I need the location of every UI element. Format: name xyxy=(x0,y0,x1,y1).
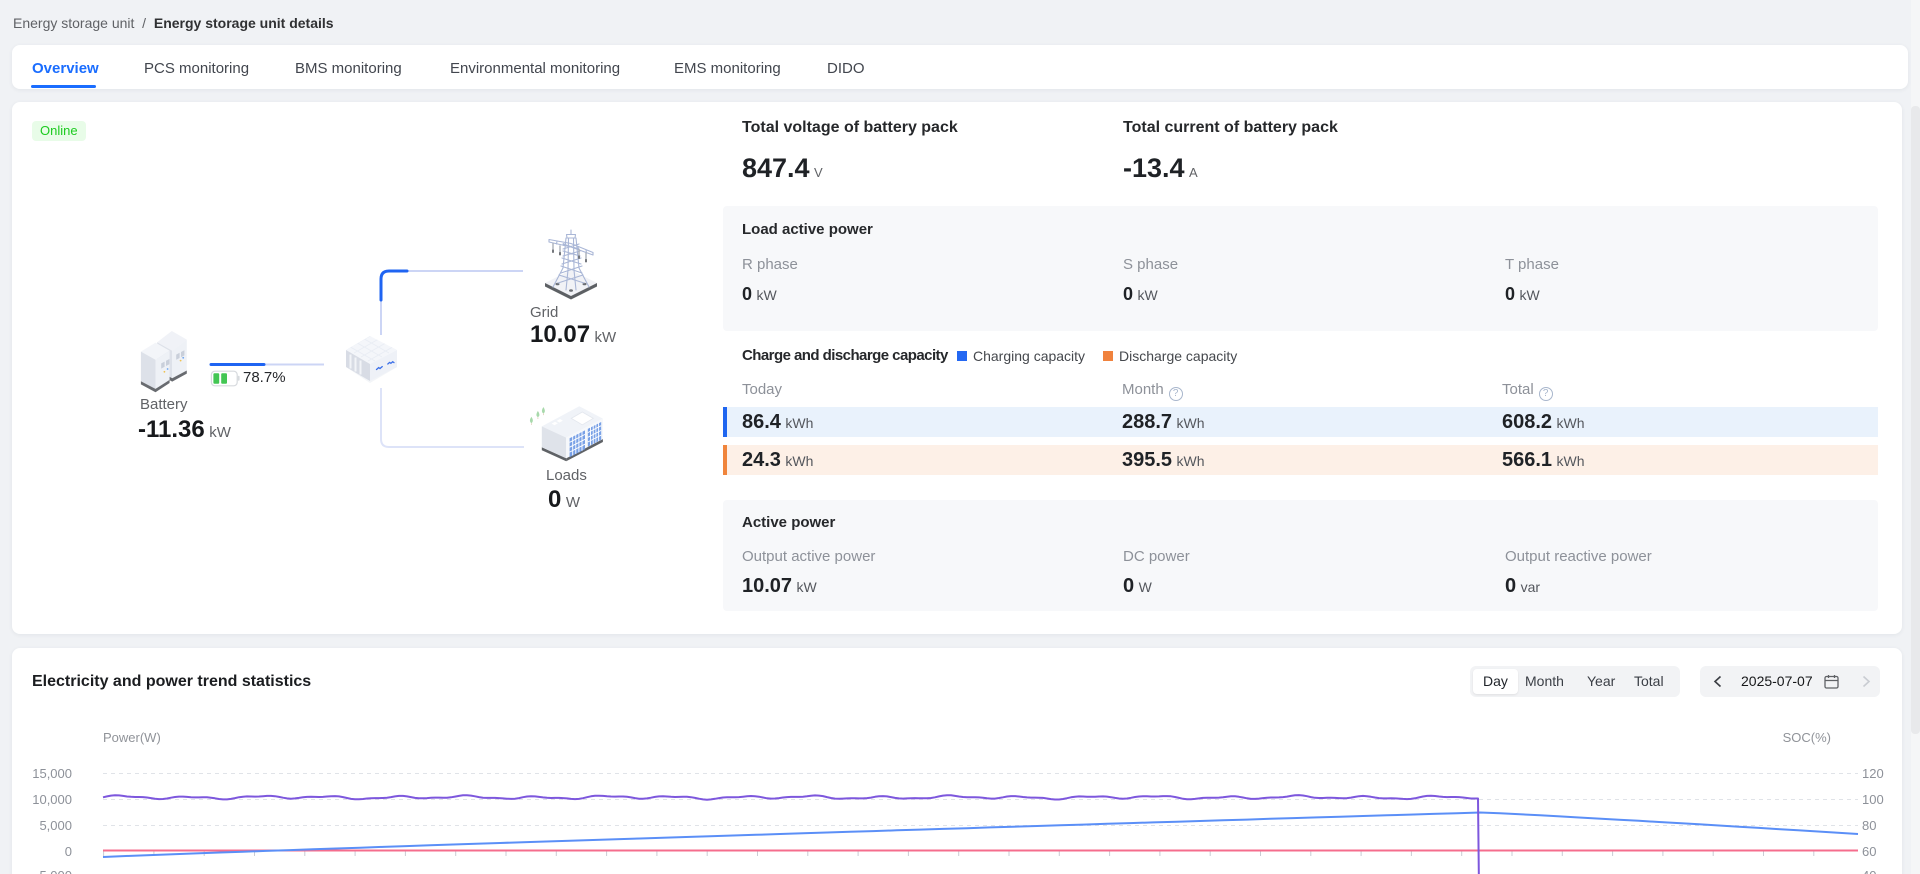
svg-text:120: 120 xyxy=(1862,766,1884,781)
svg-text:5,000: 5,000 xyxy=(39,818,72,833)
svg-text:10,000: 10,000 xyxy=(32,792,72,807)
svg-text:SOC(%): SOC(%) xyxy=(1783,730,1831,745)
svg-text:80: 80 xyxy=(1862,818,1876,833)
svg-text:0: 0 xyxy=(65,844,72,859)
svg-text:100: 100 xyxy=(1862,792,1884,807)
svg-text:-5,000: -5,000 xyxy=(35,868,72,874)
svg-text:15,000: 15,000 xyxy=(32,766,72,781)
svg-text:40: 40 xyxy=(1862,868,1876,874)
svg-text:60: 60 xyxy=(1862,844,1876,859)
svg-text:Power(W): Power(W) xyxy=(103,730,161,745)
